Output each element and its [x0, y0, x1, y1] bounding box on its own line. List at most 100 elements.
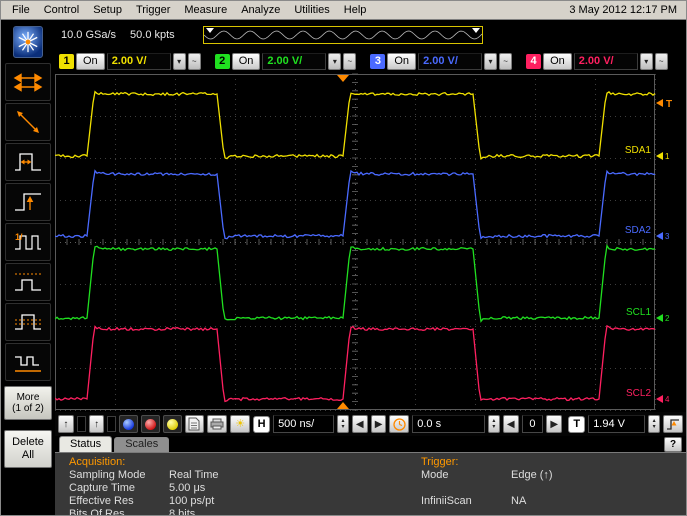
channel-1-badge[interactable]: 1	[59, 54, 74, 69]
print-button[interactable]	[207, 415, 227, 433]
marker-b-up-button[interactable]: ↑	[89, 415, 105, 433]
delay-stepper[interactable]: ▴ ▾	[488, 415, 500, 433]
trigger-level-stepper[interactable]: ▴ ▾	[648, 415, 660, 433]
channel-3-coupling-button[interactable]: ~	[499, 53, 512, 70]
acquisition-status-column: Acquisition: Sampling ModeReal Time Capt…	[69, 456, 421, 516]
channel-2-controls: 2 On 2.00 V/ ▾ ~	[215, 53, 357, 70]
trigger-time-marker-top-icon[interactable]	[337, 75, 349, 82]
ground-marker-icon[interactable]	[656, 232, 663, 240]
trigger-time-marker-bottom-icon[interactable]	[337, 402, 349, 409]
menu-setup[interactable]: Setup	[86, 2, 129, 18]
blue-marker-button[interactable]	[119, 415, 138, 433]
channel-4-menu-button[interactable]: ▾	[640, 53, 653, 70]
edge-trigger-button[interactable]	[5, 183, 51, 221]
bottom-toolbar: ↑ ↑	[55, 412, 686, 436]
menu-analyze[interactable]: Analyze	[234, 2, 287, 18]
pulse-width-trigger-button[interactable]	[5, 143, 51, 181]
ground-marker-icon[interactable]	[656, 395, 663, 403]
timeline-waveform-icon	[204, 27, 482, 43]
channel-2-scale-display[interactable]: 2.00 V/	[262, 53, 326, 70]
trigger-slope-button[interactable]	[663, 415, 683, 433]
window-trigger-button[interactable]	[5, 303, 51, 341]
more-button[interactable]: More (1 of 2)	[4, 386, 52, 420]
timebase-stepper[interactable]: ▴ ▾	[337, 415, 349, 433]
acquisition-info-row: 10.0 GSa/s 50.0 kpts	[55, 20, 686, 50]
svg-text:1/: 1/	[15, 232, 23, 242]
slope-trigger-icon	[13, 109, 43, 135]
channel-2-on-button[interactable]: On	[232, 53, 261, 70]
ground-marker-number: 3	[665, 232, 670, 241]
tab-status[interactable]: Status	[59, 436, 112, 452]
timeline-overview[interactable]	[203, 26, 483, 44]
runt-trigger-icon	[13, 269, 43, 295]
status-label: Sampling Mode	[69, 469, 169, 482]
channel-3-menu-button[interactable]: ▾	[484, 53, 497, 70]
channel-1-controls: 1 On 2.00 V/ ▾ ~	[59, 53, 201, 70]
horizontal-arrows-icon	[13, 69, 43, 95]
ground-marker-icon[interactable]	[656, 314, 663, 322]
channel-1-on-button[interactable]: On	[76, 53, 105, 70]
ground-marker-icon[interactable]	[656, 152, 663, 160]
oscilloscope-window: File Control Setup Trigger Measure Analy…	[0, 0, 687, 516]
pan-left-button[interactable]: ◀	[352, 415, 368, 433]
clock-display: 3 May 2012 12:17 PM	[569, 4, 682, 16]
channel-2-badge[interactable]: 2	[215, 54, 230, 69]
channel-4-on-button[interactable]: On	[543, 53, 572, 70]
trigger-level-marker-icon[interactable]	[656, 99, 663, 107]
nav-prev-button[interactable]: ◀	[503, 415, 519, 433]
tab-scales[interactable]: Scales	[114, 437, 169, 452]
nav-next-button[interactable]: ▶	[546, 415, 562, 433]
pulse-width-trigger-icon	[13, 149, 43, 175]
channel-3-controls: 3 On 2.00 V/ ▾ ~	[370, 53, 512, 70]
pan-right-button[interactable]: ▶	[371, 415, 387, 433]
spin-down-icon: ▾	[492, 424, 495, 430]
menu-help[interactable]: Help	[337, 2, 374, 18]
timebase-display[interactable]: 500 ns/	[273, 415, 334, 433]
trigger-level-display[interactable]: 1.94 V	[588, 415, 645, 433]
menu-file[interactable]: File	[5, 2, 37, 18]
nth-edge-trigger-button[interactable]: 1/	[5, 223, 51, 261]
yellow-marker-button[interactable]	[163, 415, 182, 433]
horizontal-position-button[interactable]	[5, 63, 51, 101]
help-button[interactable]: ?	[664, 437, 682, 452]
status-panel: Status Scales ? Acquisition: Sampling Mo…	[55, 436, 686, 515]
delete-all-button[interactable]: Delete All	[4, 430, 52, 468]
status-label: Effective Res	[69, 495, 169, 508]
ground-marker-number: 4	[665, 395, 670, 404]
channel-4-coupling-button[interactable]: ~	[655, 53, 668, 70]
slope-trigger-button[interactable]	[5, 103, 51, 141]
channel-4-scale-display[interactable]: 2.00 V/	[574, 53, 638, 70]
channel-2-coupling-button[interactable]: ~	[343, 53, 356, 70]
ground-marker-number: 2	[665, 314, 670, 323]
rising-edge-icon	[666, 418, 680, 431]
red-marker-button[interactable]	[141, 415, 160, 433]
red-ball-icon	[145, 419, 156, 430]
menu-control[interactable]: Control	[37, 2, 86, 18]
runt-trigger-button[interactable]	[5, 263, 51, 301]
delay-clock-button[interactable]	[389, 415, 409, 433]
channel-2-menu-button[interactable]: ▾	[328, 53, 341, 70]
trace-label-SCL2: SCL2	[626, 388, 651, 399]
pattern-trigger-button[interactable]	[5, 343, 51, 381]
delay-display[interactable]: 0.0 s	[412, 415, 485, 433]
menu-measure[interactable]: Measure	[177, 2, 234, 18]
channel-1-menu-button[interactable]: ▾	[173, 53, 186, 70]
trigger-title: Trigger:	[421, 456, 553, 469]
marker-a-up-button[interactable]: ↑	[58, 415, 74, 433]
brightness-button[interactable]: ☀	[230, 415, 250, 433]
channel-1-scale-display[interactable]: 2.00 V/	[107, 53, 171, 70]
sidebar-toolbox: 1/	[1, 20, 55, 515]
menu-utilities[interactable]: Utilities	[287, 2, 336, 18]
trace-label-SDA2: SDA2	[625, 225, 652, 236]
menu-trigger[interactable]: Trigger	[129, 2, 177, 18]
nav-index-display: 0	[522, 415, 544, 433]
trace-label-SCL1: SCL1	[626, 307, 651, 318]
channel-4-badge[interactable]: 4	[526, 54, 541, 69]
channel-3-badge[interactable]: 3	[370, 54, 385, 69]
status-value: 5.00 μs	[169, 482, 205, 495]
channel-3-on-button[interactable]: On	[387, 53, 416, 70]
waveform-save-button[interactable]	[185, 415, 205, 433]
channel-3-scale-display[interactable]: 2.00 V/	[418, 53, 482, 70]
channel-1-coupling-button[interactable]: ~	[188, 53, 201, 70]
nth-edge-trigger-icon: 1/	[13, 229, 43, 255]
